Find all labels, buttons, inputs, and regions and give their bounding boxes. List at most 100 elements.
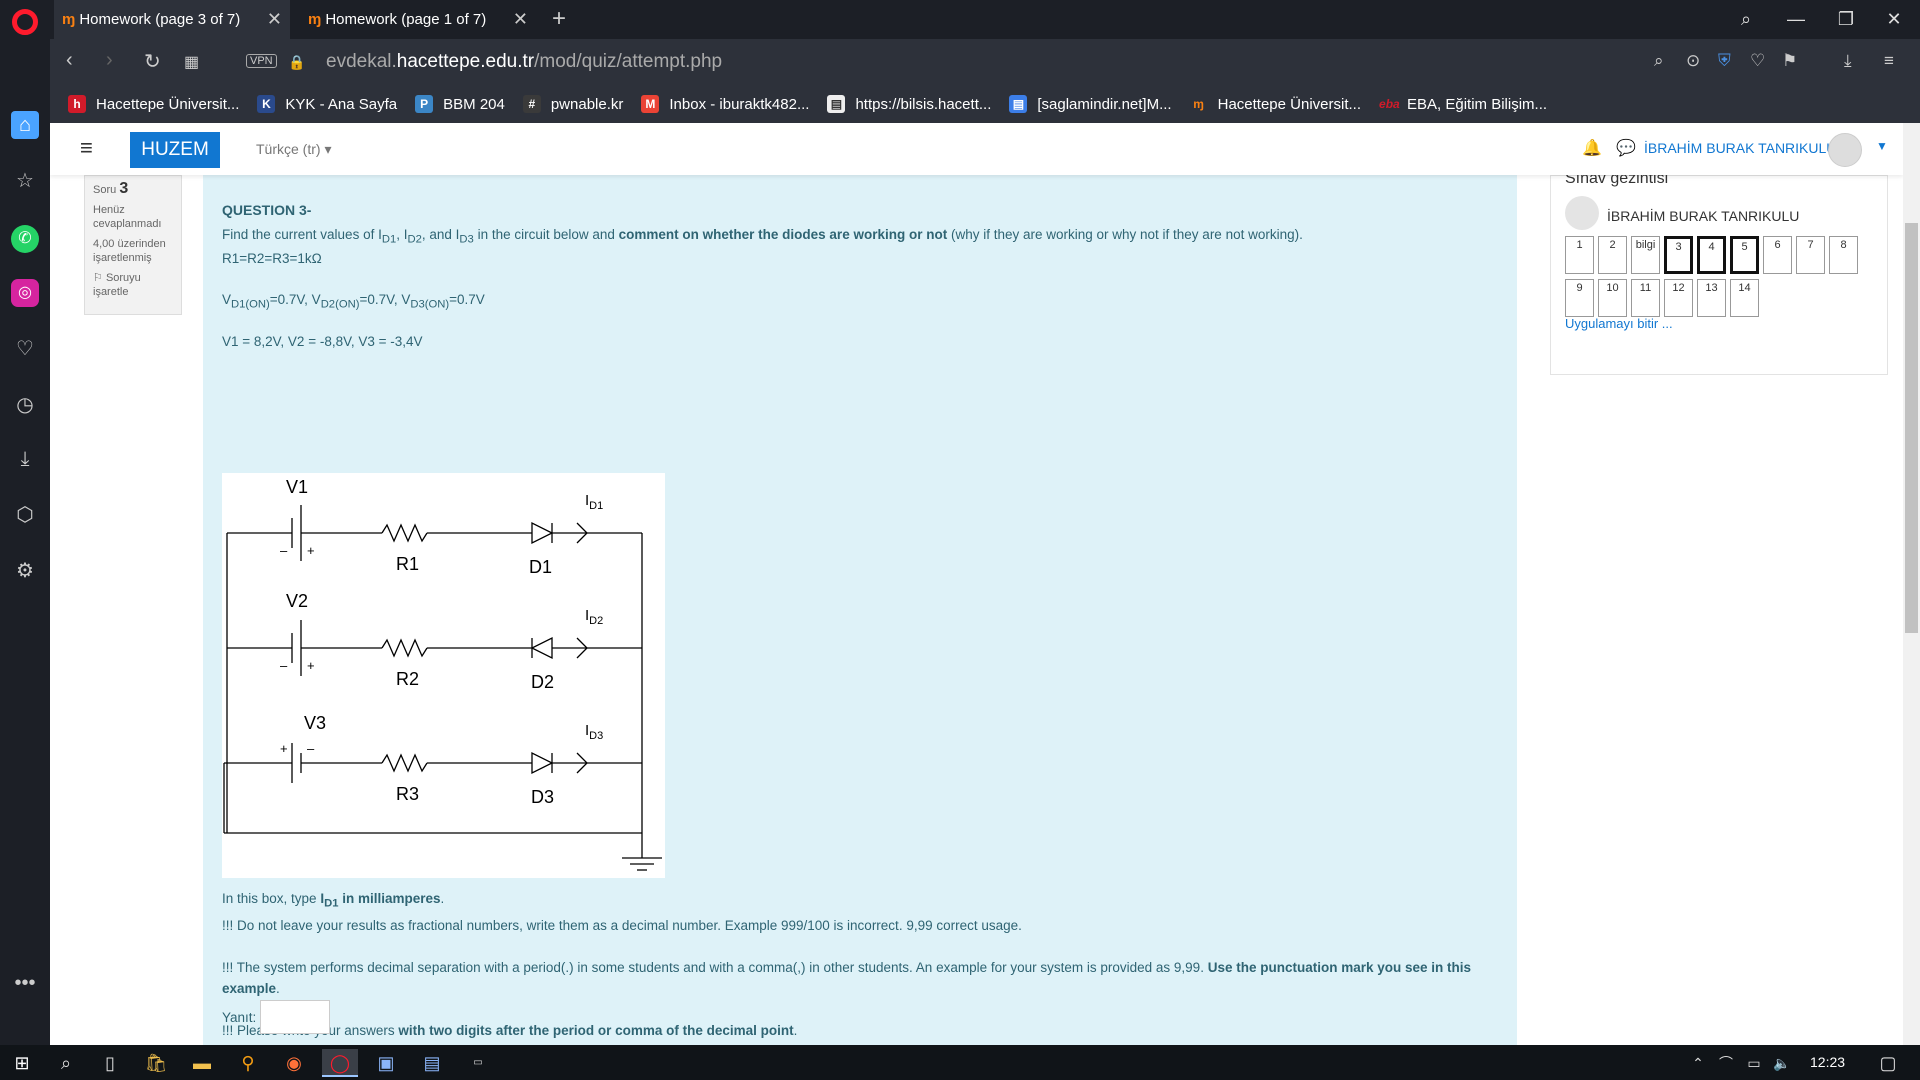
tab-homework-page-1[interactable]: ɱ Homework (page 1 of 7) ✕ bbox=[300, 0, 536, 39]
quiz-nav-button[interactable]: 9 bbox=[1565, 279, 1594, 317]
snapshot-icon[interactable]: ⊙ bbox=[1686, 51, 1700, 71]
app-icon[interactable]: ▭ bbox=[460, 1049, 496, 1077]
avatar[interactable] bbox=[1828, 133, 1862, 167]
label-id2: ID2 bbox=[585, 607, 603, 627]
quiz-nav-button[interactable]: 3 bbox=[1664, 236, 1693, 274]
avatar bbox=[1565, 196, 1599, 230]
taskbar-search-icon[interactable]: ⌕ bbox=[48, 1049, 84, 1077]
tab-homework-page-3[interactable]: ɱ Homework (page 3 of 7) ✕ bbox=[54, 0, 290, 39]
bookmark-hacettepe[interactable]: h Hacettepe Üniversit... bbox=[68, 95, 239, 113]
notification-center-icon[interactable]: ▢ bbox=[1870, 1049, 1906, 1077]
instagram-icon[interactable]: ◎ bbox=[11, 279, 39, 307]
quiz-nav-button[interactable]: 10 bbox=[1598, 279, 1627, 317]
plus-sign: + bbox=[307, 658, 315, 673]
bookmarks-star-icon[interactable]: ☆ bbox=[11, 167, 39, 195]
quiz-nav-button[interactable]: 5 bbox=[1730, 236, 1759, 274]
browser-tabbar: ɱ Homework (page 3 of 7) ✕ ɱ Homework (p… bbox=[0, 0, 1920, 39]
vpn-badge[interactable]: VPN bbox=[246, 54, 277, 68]
firefox-icon[interactable]: ◉ bbox=[276, 1049, 312, 1077]
bookmark-kyk[interactable]: K KYK - Ana Sayfa bbox=[257, 95, 397, 113]
moodle-icon: ɱ bbox=[308, 11, 322, 28]
close-tab-icon[interactable]: ✕ bbox=[267, 9, 282, 30]
history-icon[interactable]: ◷ bbox=[11, 391, 39, 419]
bookmark-saglamindir[interactable]: ▤ [saglamindir.net]M... bbox=[1009, 95, 1172, 113]
quiz-nav-button[interactable]: 8 bbox=[1829, 236, 1858, 274]
quiz-nav-info-button[interactable]: bilgi bbox=[1631, 236, 1660, 274]
tab-grid-icon[interactable]: ▦ bbox=[184, 52, 199, 72]
page-scrollbar[interactable] bbox=[1903, 123, 1920, 1045]
search-page-icon[interactable]: ⌕ bbox=[1654, 51, 1664, 71]
chevron-down-icon[interactable]: ▼ bbox=[1876, 139, 1888, 153]
windows-start-icon[interactable]: ⊞ bbox=[4, 1049, 40, 1077]
minimize-icon[interactable]: — bbox=[1776, 0, 1816, 39]
heart-sidebar-icon[interactable]: ♡ bbox=[11, 335, 39, 363]
circuit-diagram: V1 V2 V3 R1 R2 R3 D1 D2 D3 ID1 ID2 ID3 –… bbox=[222, 473, 665, 878]
downloads-icon[interactable]: ⤓ bbox=[1844, 51, 1852, 71]
whatsapp-icon[interactable]: ✆ bbox=[11, 225, 39, 253]
close-window-icon[interactable]: ✕ bbox=[1874, 0, 1914, 39]
opera-logo-icon[interactable] bbox=[12, 9, 38, 35]
windows-taskbar: ⊞ ⌕ ▯ 🛍 ▬ ⚲ ◉ ◯ ▣ ▤ ▭ ⌃ ⌒ ▭ 🔈 12:23 ▢ bbox=[0, 1045, 1920, 1080]
volume-icon[interactable]: 🔈 bbox=[1764, 1049, 1800, 1077]
task-view-icon[interactable]: ▯ bbox=[92, 1049, 128, 1077]
brand-logo[interactable]: HUZEM bbox=[130, 132, 220, 168]
label-d2: D2 bbox=[531, 672, 554, 692]
search-tabs-icon[interactable]: ⌕ bbox=[1726, 0, 1766, 39]
forward-icon[interactable]: › bbox=[106, 49, 113, 72]
quiz-nav-button[interactable]: 14 bbox=[1730, 279, 1759, 317]
flow-flag-icon[interactable]: ⚑ bbox=[1782, 51, 1797, 71]
bookmark-inbox[interactable]: M Inbox - iburaktk482... bbox=[641, 95, 809, 113]
messages-icon[interactable]: 💬 bbox=[1616, 138, 1636, 158]
bookmark-hacettepe-2[interactable]: ɱ Hacettepe Üniversit... bbox=[1190, 95, 1361, 113]
settings-gear-icon[interactable]: ⚙ bbox=[11, 557, 39, 585]
question-marks: 4,00 üzerinden işaretlenmiş bbox=[93, 238, 166, 264]
kyk-icon: K bbox=[257, 95, 276, 113]
quiz-nav-button[interactable]: 12 bbox=[1664, 279, 1693, 317]
quiz-nav-button[interactable]: 1 bbox=[1565, 236, 1594, 274]
flag-question-link[interactable]: ⚐ Soruyu işaretle bbox=[93, 271, 173, 299]
notifications-bell-icon[interactable]: 🔔 bbox=[1582, 138, 1602, 158]
quiz-nav-button[interactable]: 13 bbox=[1697, 279, 1726, 317]
extensions-cube-icon[interactable]: ⬡ bbox=[11, 501, 39, 529]
close-tab-icon[interactable]: ✕ bbox=[513, 9, 528, 30]
piazza-icon: P bbox=[415, 95, 434, 113]
quiz-nav-button[interactable]: 6 bbox=[1763, 236, 1792, 274]
taskbar-clock[interactable]: 12:23 bbox=[1810, 1054, 1845, 1070]
language-menu[interactable]: Türkçe (tr) ▾ bbox=[256, 141, 331, 158]
search-app-icon[interactable]: ⚲ bbox=[230, 1049, 266, 1077]
heart-icon[interactable]: ♡ bbox=[1750, 51, 1765, 71]
answer-input[interactable] bbox=[260, 1000, 330, 1034]
back-icon[interactable]: ‹ bbox=[66, 49, 73, 72]
scrollbar-thumb[interactable] bbox=[1905, 223, 1918, 633]
easy-setup-icon[interactable]: ≡ bbox=[1884, 51, 1894, 71]
new-tab-button[interactable]: + bbox=[552, 5, 566, 33]
downloads-sidebar-icon[interactable]: ⤓ bbox=[11, 445, 39, 473]
home-icon[interactable]: ⌂ bbox=[11, 111, 39, 139]
reload-icon[interactable]: ↻ bbox=[144, 49, 161, 74]
app-icon[interactable]: ▤ bbox=[414, 1049, 450, 1077]
user-menu-name[interactable]: İBRAHİM BURAK TANRIKULU bbox=[1644, 140, 1836, 156]
file-explorer-icon[interactable]: ▬ bbox=[184, 1049, 220, 1077]
adblock-shield-icon[interactable]: ⛨ bbox=[1718, 51, 1731, 71]
bookmark-bilsis[interactable]: ▤ https://bilsis.hacett... bbox=[827, 95, 991, 113]
more-icon[interactable]: ••• bbox=[11, 969, 39, 997]
bookmark-bbm204[interactable]: P BBM 204 bbox=[415, 95, 505, 113]
quiz-nav-button[interactable]: 2 bbox=[1598, 236, 1627, 274]
hash-icon: # bbox=[522, 95, 541, 113]
opera-taskbar-icon[interactable]: ◯ bbox=[322, 1049, 358, 1077]
app-icon[interactable]: ▣ bbox=[368, 1049, 404, 1077]
quiz-nav-button[interactable]: 4 bbox=[1697, 236, 1726, 274]
quiz-nav-button[interactable]: 11 bbox=[1631, 279, 1660, 317]
finish-attempt-link[interactable]: Uygulamayı bitir ... bbox=[1565, 316, 1673, 331]
bookmark-pwnable[interactable]: # pwnable.kr bbox=[522, 95, 623, 113]
restore-icon[interactable]: ❐ bbox=[1826, 0, 1866, 39]
moodle-navbar: ≡ HUZEM Türkçe (tr) ▾ 🔔 💬 İBRAHİM BURAK … bbox=[50, 123, 1903, 175]
bookmark-eba[interactable]: eba EBA, Eğitim Bilişim... bbox=[1379, 95, 1547, 113]
store-icon[interactable]: 🛍 bbox=[138, 1049, 174, 1077]
bookmarks-bar: h Hacettepe Üniversit... K KYK - Ana Sayfa… bbox=[50, 85, 1920, 123]
quiz-nav-button[interactable]: 7 bbox=[1796, 236, 1825, 274]
url-field[interactable]: evdekal.hacettepe.edu.tr/mod/quiz/attemp… bbox=[326, 51, 722, 73]
lock-icon[interactable]: 🔒 bbox=[288, 54, 305, 71]
menu-hamburger-icon[interactable]: ≡ bbox=[80, 135, 93, 161]
label-d1: D1 bbox=[529, 557, 552, 577]
